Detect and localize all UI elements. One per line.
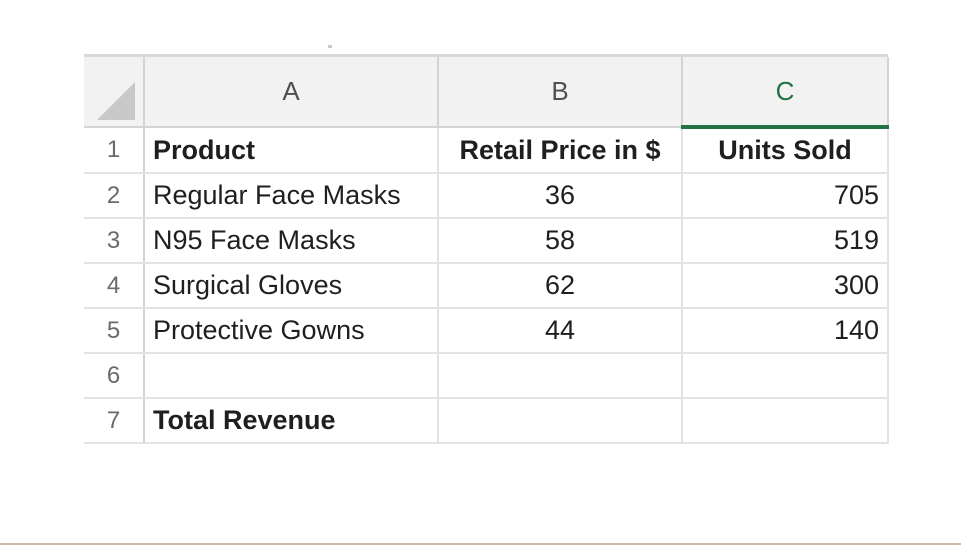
spreadsheet-table: A B C 1 Product Retail Price in $ Units …	[84, 57, 889, 444]
spreadsheet-grid: A B C 1 Product Retail Price in $ Units …	[84, 57, 889, 451]
cell-a4[interactable]: Surgical Gloves	[144, 263, 439, 309]
cell-a5[interactable]: Protective Gowns	[144, 308, 439, 354]
cell-b4[interactable]: 62	[438, 263, 683, 309]
cell-a6[interactable]	[144, 353, 439, 399]
cell-c2[interactable]: 705	[682, 173, 889, 219]
table-row: 4 Surgical Gloves 62 300	[84, 263, 889, 309]
table-row: 3 N95 Face Masks 58 519	[84, 218, 889, 264]
cell-c1[interactable]: Units Sold	[682, 127, 889, 174]
table-row: 5 Protective Gowns 44 140	[84, 308, 889, 354]
table-row: 2 Regular Face Masks 36 705	[84, 173, 889, 219]
cell-b6[interactable]	[438, 353, 683, 399]
select-all-icon	[97, 82, 135, 120]
row-header-4[interactable]: 4	[84, 263, 145, 309]
cell-a7[interactable]: Total Revenue	[144, 398, 439, 444]
table-row: 7 Total Revenue	[84, 398, 889, 444]
cell-a3[interactable]: N95 Face Masks	[144, 218, 439, 264]
column-header-a[interactable]: A	[144, 57, 439, 128]
column-header-c[interactable]: C	[682, 57, 889, 129]
row-header-3[interactable]: 3	[84, 218, 145, 264]
cell-b5[interactable]: 44	[438, 308, 683, 354]
cell-c5[interactable]: 140	[682, 308, 889, 354]
row-header-7[interactable]: 7	[84, 398, 145, 444]
table-row: 1 Product Retail Price in $ Units Sold	[84, 127, 889, 174]
cell-c4[interactable]: 300	[682, 263, 889, 309]
select-all-corner[interactable]	[84, 57, 145, 128]
cell-c7[interactable]	[682, 398, 889, 444]
row-header-1[interactable]: 1	[84, 127, 145, 174]
row-header-5[interactable]: 5	[84, 308, 145, 354]
table-row: 6	[84, 353, 889, 399]
column-header-row: A B C	[84, 57, 889, 129]
cell-a2[interactable]: Regular Face Masks	[144, 173, 439, 219]
decorative-mark	[328, 45, 332, 48]
row-header-2[interactable]: 2	[84, 173, 145, 219]
cell-b7[interactable]	[438, 398, 683, 444]
cell-b2[interactable]: 36	[438, 173, 683, 219]
cell-a1[interactable]: Product	[144, 127, 439, 174]
cell-b3[interactable]: 58	[438, 218, 683, 264]
row-header-6[interactable]: 6	[84, 353, 145, 399]
cell-b1[interactable]: Retail Price in $	[438, 127, 683, 174]
cell-c6[interactable]	[682, 353, 889, 399]
cell-c3[interactable]: 519	[682, 218, 889, 264]
column-header-b[interactable]: B	[438, 57, 683, 128]
